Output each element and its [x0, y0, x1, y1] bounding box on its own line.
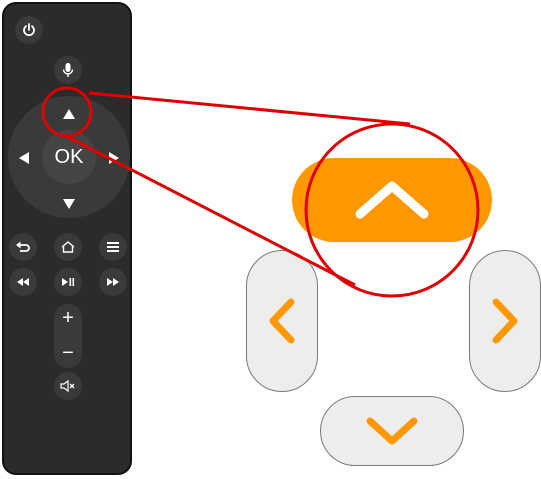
- mute-icon: [60, 380, 75, 392]
- down-arrow-icon[interactable]: [62, 198, 76, 210]
- callout-line-top: [88, 91, 411, 126]
- home-icon: [61, 241, 75, 253]
- play-pause-icon: [62, 278, 75, 286]
- zoomed-down-button[interactable]: [320, 396, 464, 466]
- rewind-icon: [17, 278, 29, 286]
- chevron-up-icon: [355, 181, 429, 219]
- microphone-button[interactable]: [54, 56, 82, 84]
- microphone-icon: [62, 63, 74, 77]
- volume-up-button[interactable]: +: [54, 308, 82, 328]
- menu-icon: [107, 242, 119, 252]
- zoomed-up-button[interactable]: [292, 158, 492, 242]
- fast-forward-icon: [107, 278, 119, 286]
- chevron-left-icon: [269, 298, 295, 344]
- home-button[interactable]: [54, 233, 82, 261]
- back-icon: [16, 241, 30, 252]
- power-button[interactable]: [15, 16, 43, 44]
- menu-button[interactable]: [99, 233, 127, 261]
- fast-forward-button[interactable]: [99, 268, 127, 296]
- chevron-right-icon: [492, 298, 518, 344]
- remote-control: OK + −: [2, 2, 132, 475]
- left-arrow-icon[interactable]: [18, 151, 30, 165]
- zoomed-left-button[interactable]: [246, 250, 318, 392]
- dpad: OK: [8, 96, 130, 218]
- power-icon: [23, 23, 35, 37]
- play-pause-button[interactable]: [54, 268, 82, 296]
- right-arrow-icon[interactable]: [108, 151, 120, 165]
- back-button[interactable]: [9, 233, 37, 261]
- volume-rocker: + −: [54, 304, 82, 368]
- up-arrow-icon[interactable]: [62, 108, 76, 120]
- ok-button[interactable]: OK: [42, 130, 96, 184]
- rewind-button[interactable]: [9, 268, 37, 296]
- volume-down-button[interactable]: −: [54, 343, 82, 363]
- mute-button[interactable]: [54, 372, 82, 400]
- chevron-down-icon: [366, 417, 418, 445]
- zoomed-right-button[interactable]: [469, 250, 541, 392]
